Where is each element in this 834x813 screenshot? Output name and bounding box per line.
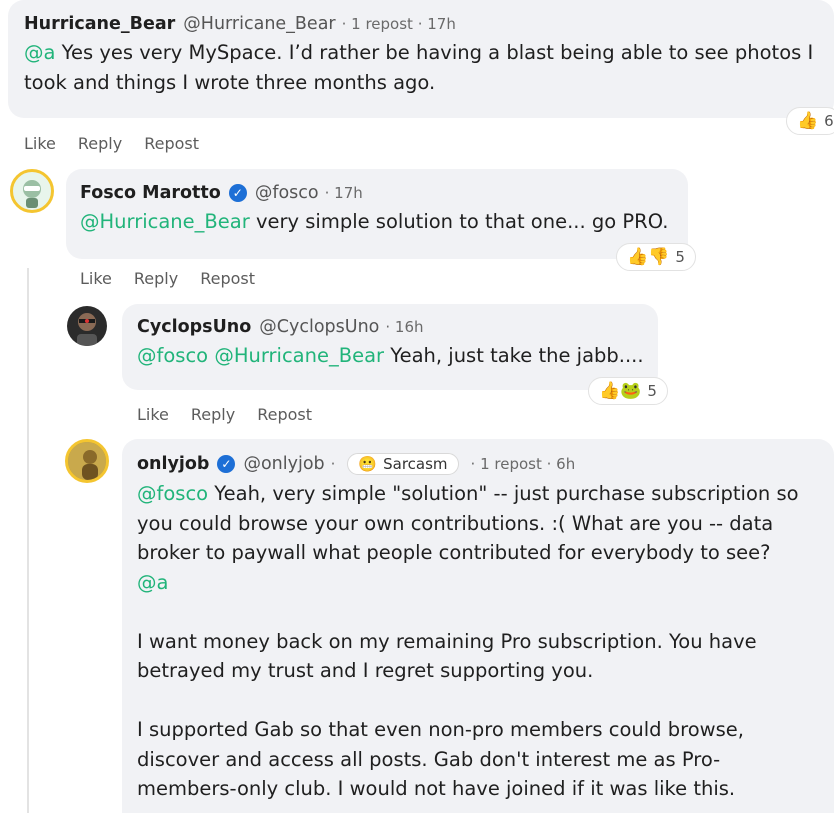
thumbs-up-frog-icon: 👍🐸 [599, 380, 642, 401]
avatar[interactable] [65, 439, 109, 483]
author-handle[interactable]: @fosco [255, 183, 319, 203]
author-handle[interactable]: @onlyjob [243, 454, 324, 474]
comment-actions: Like Reply Repost [80, 269, 255, 288]
reply-button[interactable]: Reply [134, 269, 178, 288]
comment-bubble: CyclopsUno @CyclopsUno · 16h @fosco @Hur… [122, 304, 658, 390]
avatar[interactable] [10, 169, 54, 213]
comment-meta: · 16h [385, 318, 424, 336]
mention-link[interactable]: @Hurricane_Bear [214, 344, 384, 367]
thumbs-up-down-icon: 👍👎 [627, 246, 670, 267]
author-handle[interactable]: @CyclopsUno [259, 317, 379, 337]
author-name[interactable]: Hurricane_Bear [24, 14, 175, 34]
comment-bubble: Fosco Marotto ✓ @fosco · 17h @Hurricane_… [66, 169, 688, 259]
comment-meta: · 1 repost · 17h [341, 15, 456, 33]
comment-header: Hurricane_Bear @Hurricane_Bear · 1 repos… [24, 14, 834, 34]
repost-button[interactable]: Repost [200, 269, 255, 288]
reply-button[interactable]: Reply [191, 405, 235, 424]
like-button[interactable]: Like [80, 269, 112, 288]
sarcasm-tag[interactable]: 😬 Sarcasm [347, 453, 459, 475]
avatar-image [77, 313, 97, 346]
comment-body: @fosco Yeah, very simple "solution" -- j… [137, 479, 817, 804]
mention-link[interactable]: @a [137, 571, 168, 594]
reactions-pill[interactable]: 👍🐸 5 [588, 377, 668, 405]
author-name[interactable]: onlyjob [137, 454, 209, 474]
reactions-pill[interactable]: 👍👎 5 [616, 243, 696, 271]
author-handle[interactable]: @Hurricane_Bear [183, 14, 335, 34]
thumbs-up-icon: 👍 [797, 110, 819, 131]
comment-actions: Like Reply Repost [137, 405, 312, 424]
comment-meta: · 1 repost · 6h [470, 455, 576, 473]
comment-bubble: onlyjob ✓ @onlyjob · 😬 Sarcasm · 1 repos… [122, 439, 834, 813]
reaction-count: 5 [675, 248, 685, 266]
repost-button[interactable]: Repost [144, 134, 199, 153]
reaction-count: 5 [647, 382, 657, 400]
like-button[interactable]: Like [137, 405, 169, 424]
grimace-icon: 😬 [358, 455, 378, 473]
paragraph: @fosco Yeah, very simple "solution" -- j… [137, 482, 799, 594]
mention-link[interactable]: @Hurricane_Bear [80, 210, 250, 233]
mention-link[interactable]: @fosco [137, 344, 208, 367]
thread-line [27, 268, 29, 813]
comment-bubble: Hurricane_Bear @Hurricane_Bear · 1 repos… [8, 0, 834, 118]
comment-header: CyclopsUno @CyclopsUno · 16h [137, 317, 658, 337]
author-name[interactable]: CyclopsUno [137, 317, 251, 337]
comment-body: @Hurricane_Bear very simple solution to … [80, 210, 669, 233]
verified-badge-icon: ✓ [217, 455, 236, 473]
repost-button[interactable]: Repost [257, 405, 312, 424]
comment-header: onlyjob ✓ @onlyjob · 😬 Sarcasm · 1 repos… [137, 453, 834, 475]
reaction-count: 6 [824, 112, 834, 130]
avatar-image [68, 442, 106, 480]
reply-button[interactable]: Reply [78, 134, 122, 153]
comment-body: @fosco @Hurricane_Bear Yeah, just take t… [137, 344, 644, 367]
like-button[interactable]: Like [24, 134, 56, 153]
comment-meta: · 17h [324, 184, 363, 202]
tag-label: Sarcasm [383, 455, 448, 473]
mention-link[interactable]: @a [24, 41, 55, 64]
mention-link[interactable]: @fosco [137, 482, 208, 505]
comment-actions: Like Reply Repost [24, 134, 199, 153]
avatar[interactable] [67, 306, 107, 346]
verified-badge-icon: ✓ [228, 184, 247, 202]
comment-header: Fosco Marotto ✓ @fosco · 17h [80, 183, 688, 203]
paragraph: I supported Gab so that even non-pro mem… [137, 718, 744, 800]
avatar-image [23, 180, 41, 208]
reactions-pill[interactable]: 👍 6 [786, 107, 834, 135]
author-name[interactable]: Fosco Marotto [80, 183, 221, 203]
separator: · [330, 455, 336, 473]
comment-body: @a Yes yes very MySpace. I’d rather be h… [24, 41, 814, 94]
paragraph: I want money back on my remaining Pro su… [137, 629, 757, 683]
